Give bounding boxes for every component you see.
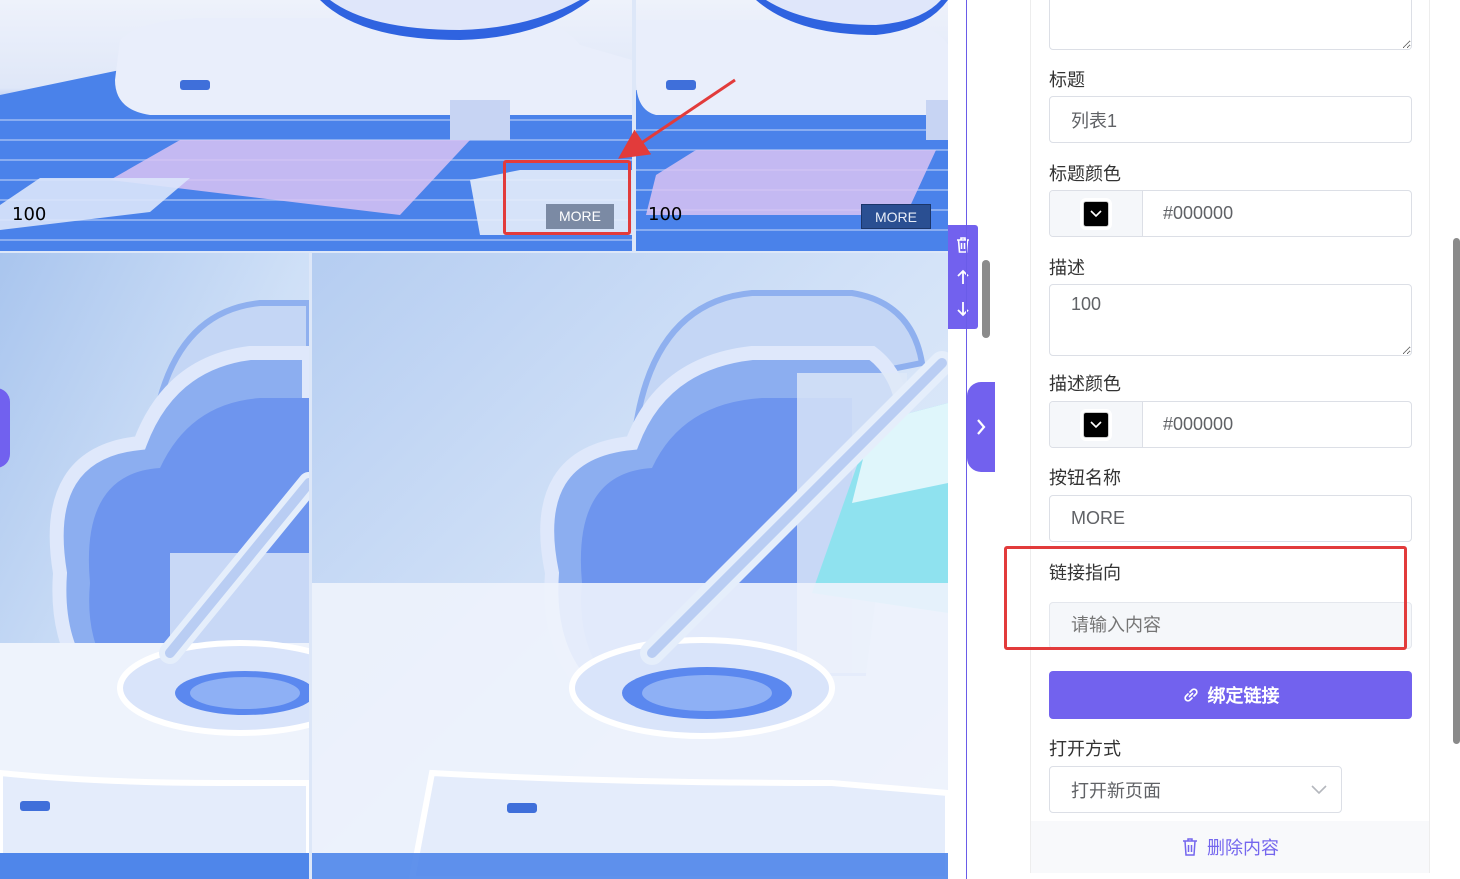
more-button[interactable]: MORE: [546, 204, 614, 229]
open-mode-select[interactable]: 打开新页面: [1049, 766, 1342, 813]
bind-link-label: 绑定链接: [1207, 686, 1280, 707]
tile-image: [0, 253, 309, 879]
title-color-value[interactable]: #000000: [1143, 191, 1411, 236]
chevron-down-icon: [1090, 209, 1102, 217]
left-panel-toggle[interactable]: [0, 388, 10, 468]
link-icon: [1183, 688, 1198, 702]
list-tile-4[interactable]: [312, 253, 948, 879]
chevron-down-icon: [1311, 784, 1327, 794]
description-color-value[interactable]: #000000: [1143, 402, 1411, 447]
more-button[interactable]: MORE: [861, 204, 931, 229]
canvas-scrollbar[interactable]: [982, 260, 990, 338]
list-tile-2[interactable]: 100 MORE: [636, 0, 948, 251]
description-label: 描述: [1049, 258, 1085, 279]
color-swatch: [1080, 408, 1112, 441]
arrow-down-icon[interactable]: [951, 295, 975, 323]
title-color-field: #000000: [1049, 190, 1412, 237]
item-toolbar: [948, 225, 978, 329]
link-target-input[interactable]: [1049, 602, 1412, 649]
tile-description: 100: [12, 204, 47, 225]
canvas-preview: 100 MORE 100 MORE: [0, 0, 948, 879]
description-textarea[interactable]: 100: [1049, 284, 1412, 356]
tile-image: [312, 253, 948, 879]
button-name-label: 按钮名称: [1049, 468, 1121, 489]
tile-description: 100: [648, 204, 683, 225]
title-label: 标题: [1049, 70, 1085, 91]
open-mode-label: 打开方式: [1049, 739, 1121, 760]
trash-icon: [1183, 838, 1197, 856]
arrow-up-icon[interactable]: [951, 263, 975, 291]
chevron-down-icon: [1090, 420, 1102, 428]
description-color-field: #000000: [1049, 401, 1412, 448]
chevron-right-icon: [977, 419, 986, 435]
list-tile-1[interactable]: 100 MORE: [0, 0, 632, 251]
color-swatch: [1080, 197, 1112, 230]
title-input[interactable]: [1049, 96, 1412, 143]
tile-image: [0, 0, 632, 251]
button-name-input[interactable]: [1049, 495, 1412, 542]
panel-scrollbar[interactable]: [1453, 238, 1460, 744]
properties-panel: 标题 标题颜色 #000000 描述 100 描述颜色 #000000 按钮名称…: [1030, 0, 1430, 873]
list-tile-3[interactable]: [0, 253, 309, 879]
panel-footer: 删除内容: [1031, 821, 1429, 873]
trash-icon[interactable]: [951, 231, 975, 259]
editor-screen: 100 MORE 100 MORE 标题 列表1 标题颜色 #000000 描述…: [0, 0, 1460, 879]
bind-link-button[interactable]: 绑定链接: [1049, 671, 1412, 719]
description-color-picker[interactable]: [1050, 402, 1143, 447]
title-color-label: 标题颜色: [1049, 164, 1121, 185]
link-target-label: 链接指向: [1049, 563, 1121, 584]
delete-content-button[interactable]: 删除内容: [1181, 834, 1279, 860]
delete-content-label: 删除内容: [1207, 838, 1279, 859]
previous-textarea[interactable]: [1049, 0, 1412, 50]
title-color-picker[interactable]: [1050, 191, 1143, 236]
panel-collapse-toggle[interactable]: [967, 382, 995, 472]
description-color-label: 描述颜色: [1049, 374, 1121, 395]
open-mode-value: 打开新页面: [1071, 780, 1161, 802]
